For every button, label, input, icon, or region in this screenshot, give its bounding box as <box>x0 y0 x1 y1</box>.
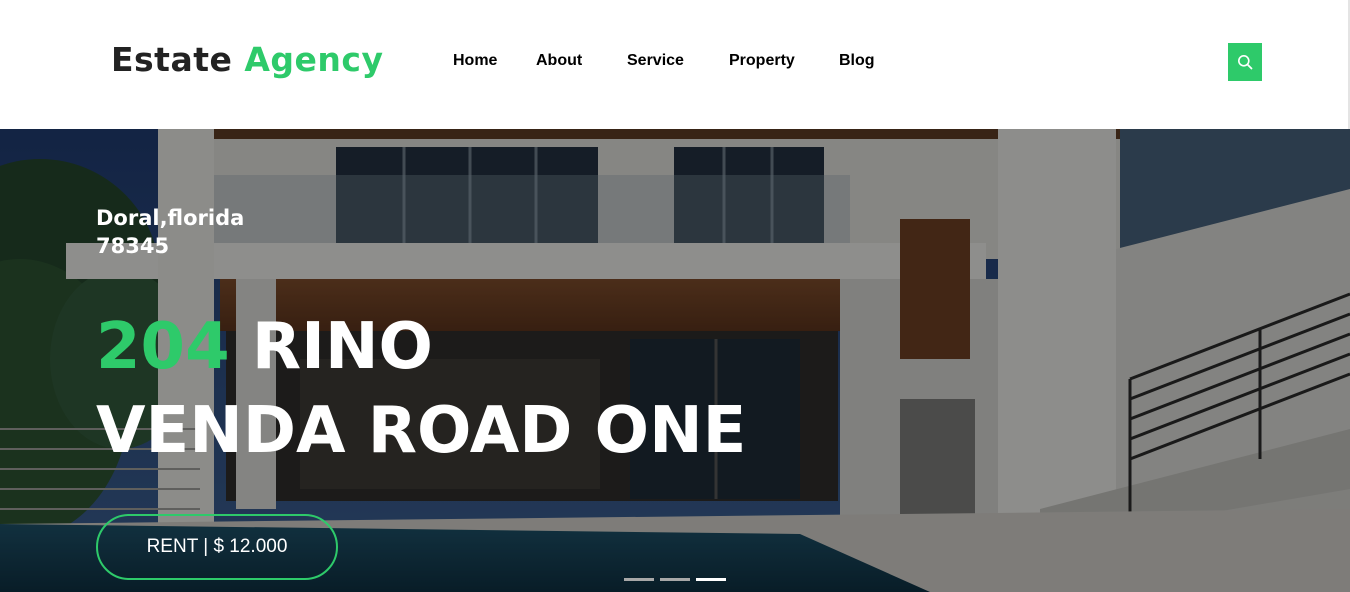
nav-blog-link[interactable]: Blog <box>839 52 875 70</box>
carousel-dot-2[interactable] <box>660 578 690 581</box>
rent-price-button[interactable]: RENT | $ 12.000 <box>96 514 338 580</box>
hero-location-city: Doral,florida <box>96 206 245 230</box>
hero-title-street: RINO <box>251 310 433 384</box>
carousel-dot-1[interactable] <box>624 578 654 581</box>
nav-service-link[interactable]: Service <box>627 52 684 70</box>
navbar: Estate Agency Home About Service Propert… <box>0 0 1350 129</box>
brand-name-primary: Estate <box>111 40 233 79</box>
nav-property-link[interactable]: Property <box>729 52 795 70</box>
nav-about-link[interactable]: About <box>536 52 582 70</box>
hero-carousel: Doral,florida 78345 204 RINO VENDA ROAD … <box>0 129 1350 592</box>
nav-home-link[interactable]: Home <box>453 52 497 70</box>
hero-title-line2: VENDA ROAD ONE <box>96 394 747 468</box>
hero-title-number: 204 <box>96 310 230 384</box>
brand-name-accent: Agency <box>244 40 384 79</box>
hero-location: Doral,florida 78345 <box>96 204 244 260</box>
carousel-dot-3-active[interactable] <box>696 578 726 581</box>
brand-logo[interactable]: Estate Agency <box>111 40 384 79</box>
search-button[interactable] <box>1228 43 1262 81</box>
search-icon <box>1238 55 1253 70</box>
hero-title: 204 RINO VENDA ROAD ONE <box>96 305 746 473</box>
hero-location-zip: 78345 <box>96 234 170 258</box>
